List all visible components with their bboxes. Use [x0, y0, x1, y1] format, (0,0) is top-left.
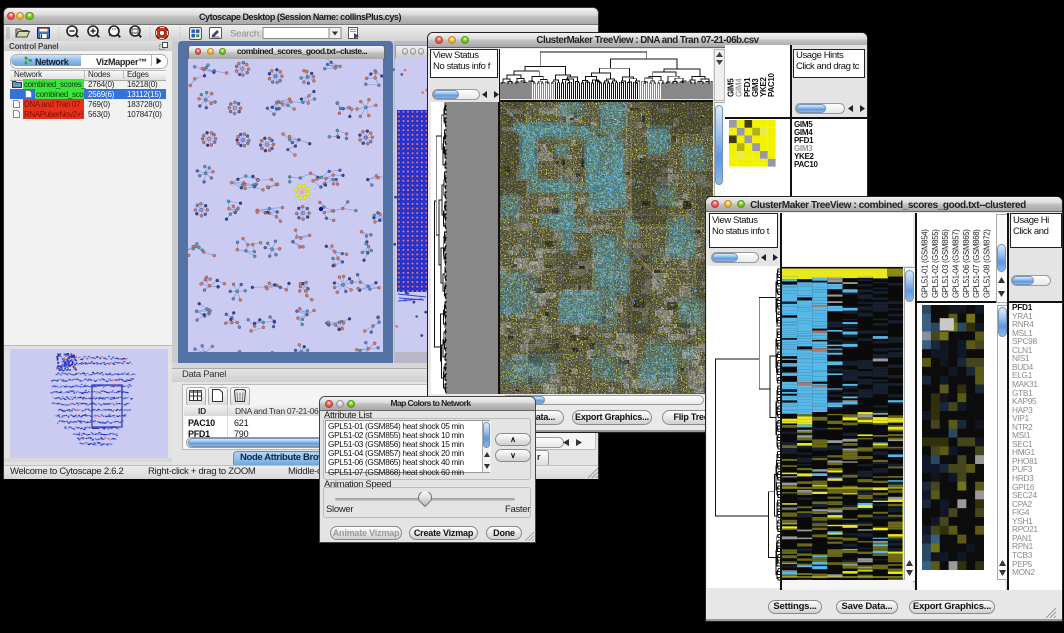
svg-text:PAC10: PAC10: [767, 72, 776, 97]
svg-text:GPL51-02 (GSM855): GPL51-02 (GSM855): [931, 229, 940, 298]
svg-text:GPL51-04 (GSM857): GPL51-04 (GSM857): [952, 229, 961, 298]
svg-text:GPL51-07 (GSM868): GPL51-07 (GSM868): [972, 229, 981, 298]
svg-text:GPL51-03 (GSM856): GPL51-03 (GSM856): [941, 229, 950, 298]
svg-text:Search:: Search:: [230, 29, 261, 40]
svg-text:GPL51-01 (GSM854): GPL51-01 (GSM854): [921, 229, 930, 298]
svg-text:GPL51-06 (GSM865): GPL51-06 (GSM865): [962, 229, 971, 298]
svg-text:GPL51-08 (GSM872): GPL51-08 (GSM872): [983, 229, 992, 298]
